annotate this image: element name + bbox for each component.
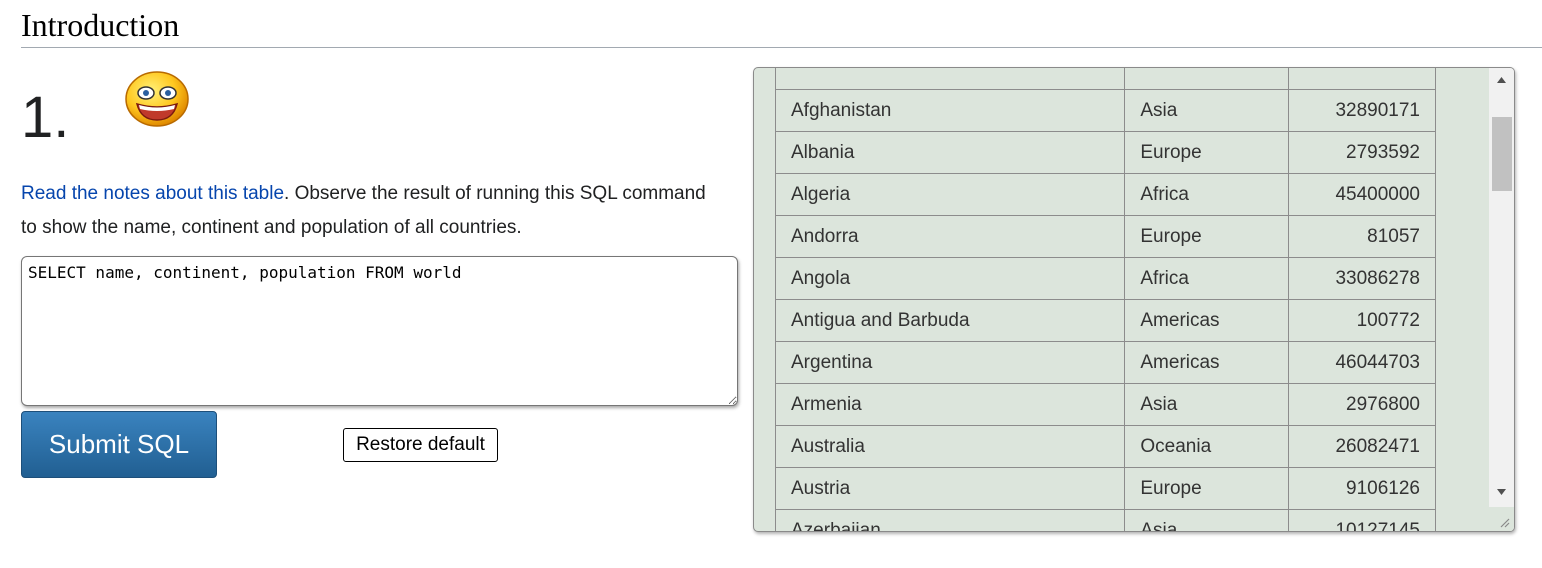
result-row: Austria Europe 9106126 [774, 467, 1436, 510]
cell-population: 100772 [1288, 299, 1436, 342]
cell-name: Azerbaijan [774, 509, 1126, 531]
scroll-up-arrow-icon[interactable] [1489, 68, 1514, 92]
result-row: Algeria Africa 45400000 [774, 173, 1436, 216]
result-row: Angola Africa 33086278 [774, 257, 1436, 300]
resize-grip-icon[interactable] [1489, 507, 1514, 531]
result-panel[interactable]: Afghanistan Asia 32890171 Albania Europe 2793… [753, 67, 1515, 532]
restore-default-button[interactable]: Restore default [343, 428, 498, 462]
cell-name: Algeria [774, 173, 1126, 216]
cell-population: 45400000 [1288, 173, 1436, 216]
result-row: Azerbaijan Asia 10127145 [774, 509, 1436, 531]
submit-sql-button[interactable]: Submit SQL [21, 411, 217, 478]
cell-continent: Europe [1124, 131, 1290, 174]
question-number: 1. [21, 85, 70, 150]
result-row: Afghanistan Asia 32890171 [774, 89, 1436, 132]
result-row: Andorra Europe 81057 [774, 215, 1436, 258]
result-table: Afghanistan Asia 32890171 Albania Europe 2793… [774, 68, 1436, 531]
cell-name [774, 68, 1126, 90]
cell-continent: Asia [1124, 89, 1290, 132]
result-row: Albania Europe 2793592 [774, 131, 1436, 174]
cell-name: Argentina [774, 341, 1126, 384]
result-table-wrapper: Afghanistan Asia 32890171 Albania Europe 2793… [774, 68, 1437, 531]
result-row: Antigua and Barbuda Americas 100772 [774, 299, 1436, 342]
cell-continent: Asia [1124, 383, 1290, 426]
cell-continent: Americas [1124, 341, 1290, 384]
cell-population: 32890171 [1288, 89, 1436, 132]
notes-link[interactable]: Read the notes about this table [21, 183, 284, 204]
cell-name: Albania [774, 131, 1126, 174]
cell-name: Australia [774, 425, 1126, 468]
scroll-down-arrow-icon[interactable] [1489, 480, 1514, 504]
cell-continent: Europe [1124, 467, 1290, 510]
cell-continent: Europe [1124, 215, 1290, 258]
question-description: Read the notes about this table. Observe… [21, 177, 721, 245]
cell-continent: Asia [1124, 509, 1290, 531]
cell-population: 81057 [1288, 215, 1436, 258]
cell-continent: Africa [1124, 173, 1290, 216]
cell-name: Armenia [774, 383, 1126, 426]
cell-population [1288, 68, 1436, 90]
cell-name: Angola [774, 257, 1126, 300]
cell-name: Antigua and Barbuda [774, 299, 1126, 342]
result-row: Australia Oceania 26082471 [774, 425, 1436, 468]
cell-population: 2976800 [1288, 383, 1436, 426]
vertical-scrollbar[interactable] [1489, 68, 1514, 531]
cell-continent: Africa [1124, 257, 1290, 300]
scrollbar-thumb[interactable] [1492, 117, 1512, 191]
result-row [774, 68, 1436, 90]
cell-name: Austria [774, 467, 1126, 510]
cell-continent [1124, 68, 1290, 90]
cell-population: 26082471 [1288, 425, 1436, 468]
section-heading: Introduction [21, 4, 1542, 48]
result-row: Armenia Asia 2976800 [774, 383, 1436, 426]
cell-population: 10127145 [1288, 509, 1436, 531]
smiley-face-icon [125, 71, 189, 127]
result-row: Argentina Americas 46044703 [774, 341, 1436, 384]
cell-population: 9106126 [1288, 467, 1436, 510]
cell-population: 46044703 [1288, 341, 1436, 384]
cell-continent: Americas [1124, 299, 1290, 342]
cell-name: Afghanistan [774, 89, 1126, 132]
sql-editor[interactable]: SELECT name, continent, population FROM … [21, 256, 738, 406]
cell-name: Andorra [774, 215, 1126, 258]
cell-population: 33086278 [1288, 257, 1436, 300]
cell-continent: Oceania [1124, 425, 1290, 468]
cell-population: 2793592 [1288, 131, 1436, 174]
